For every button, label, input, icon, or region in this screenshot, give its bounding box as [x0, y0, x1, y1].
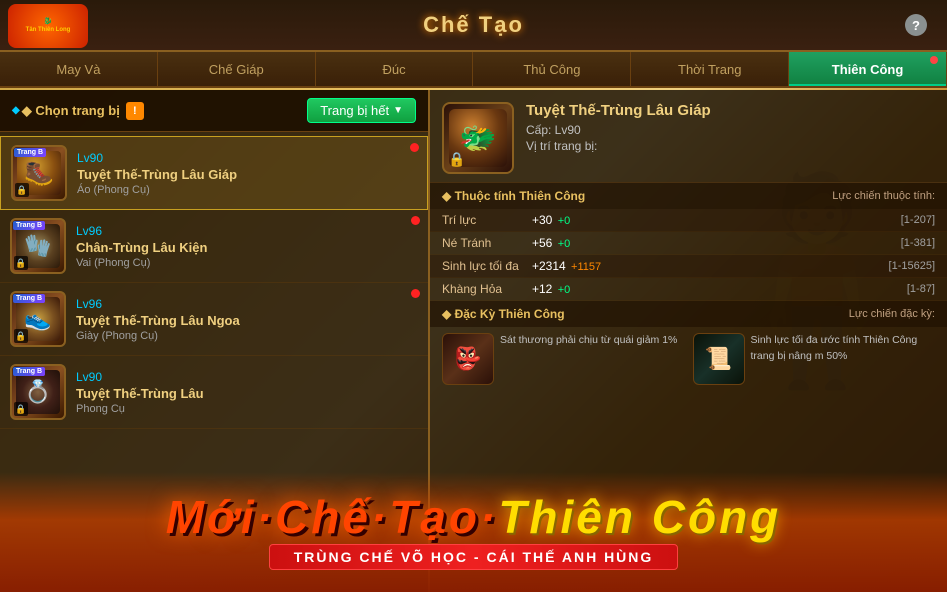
lock-icon-3: 🔒: [14, 329, 28, 343]
detail-info: Tuyệt Thế-Trùng Lâu Giáp Cấp: Lv90 Vị tr…: [526, 102, 935, 153]
detail-item-name: Tuyệt Thế-Trùng Lâu Giáp: [526, 102, 935, 119]
stats-container: Trí lực +30 +0 [1-207] Né Tránh +56 +0 […: [430, 209, 947, 301]
special-icon-1: 👺: [442, 333, 494, 385]
special-section-title: ◆ Đặc Kỳ Thiên Công Lực chiến đặc kỳ:: [430, 301, 947, 327]
item-level: Lv96: [76, 297, 418, 311]
stat-row-3: Sinh lực tối đa +2314 +1157 [1-15625]: [430, 255, 947, 278]
item-icon-4: 💍 Trang B 🔒: [10, 364, 66, 420]
bottom-banner: Mới·Chế·Tạo·Thiên Công TRÙNG CHẾ VÕ HỌC …: [0, 472, 947, 592]
item-info-2: Lv96 Chân-Trùng Lâu Kiện Vai (Phong Cụ): [66, 224, 418, 269]
stats-section-title: ◆ Thuộc tính Thiên Công Lực chiến thuộc …: [430, 183, 947, 209]
lock-icon-4: 🔒: [14, 402, 28, 416]
special-card-2: 📜 Sinh lực tối đa ước tính Thiên Công tr…: [693, 333, 936, 385]
red-dot-1: [410, 143, 419, 152]
page-title: Chế Tạo: [423, 12, 524, 38]
section-label: ◆ ◆ Chọn trang bị !: [12, 102, 144, 120]
item-type: Vai (Phong Cụ): [76, 257, 418, 269]
tab-bar: May Và Chế Giáp Đúc Thủ Công Thời Trang …: [0, 52, 947, 88]
logo-area: 🐉Tân Thiên Long: [0, 0, 120, 52]
trang-bi-het-button[interactable]: Trang bị hết ▼: [307, 98, 416, 123]
tab-thoi-trang[interactable]: Thời Trang: [631, 52, 789, 86]
item-icon-3: 👟 Trang B 🔒: [10, 291, 66, 347]
item-icon-1: Trang B 🔒: [11, 145, 67, 201]
tab-che-giap[interactable]: Chế Giáp: [158, 52, 316, 86]
special-icon-2: 📜: [693, 333, 745, 385]
detail-lock-icon: 🔒: [448, 151, 465, 168]
detail-header: 🐲 🔒 Tuyệt Thế-Trùng Lâu Giáp Cấp: Lv90 V…: [430, 90, 947, 183]
stat-row-1: Trí lực +30 +0 [1-207]: [430, 209, 947, 232]
detail-icon: 🐲 🔒: [442, 102, 514, 174]
tab-thu-cong[interactable]: Thủ Công: [473, 52, 631, 86]
detail-item-level: Cấp: Lv90: [526, 123, 935, 137]
lock-icon-2: 🔒: [14, 256, 28, 270]
red-dot-3: [411, 289, 420, 298]
stat-row-2: Né Tránh +56 +0 [1-381]: [430, 232, 947, 255]
special-text-1: Sát thương phải chịu từ quái giảm 1%: [500, 333, 685, 349]
item-info-4: Lv90 Tuyệt Thế-Trùng Lâu Phong Cụ: [66, 370, 418, 415]
tab-badge: [930, 56, 938, 64]
item-type: Phong Cụ: [76, 403, 418, 415]
stat-row-4: Khàng Hỏa +12 +0 [1-87]: [430, 278, 947, 301]
item-level: Lv90: [76, 370, 418, 384]
item-type: Giày (Phong Cụ): [76, 330, 418, 342]
item-level: Lv96: [76, 224, 418, 238]
warning-icon[interactable]: !: [126, 102, 144, 120]
item-icon-2: 🧤 Trang B 🔒: [10, 218, 66, 274]
banner-sub-text: TRÙNG CHẾ VÕ HỌC - CÁI THẾ ANH HÙNG: [269, 544, 679, 570]
list-item[interactable]: Trang B 🔒 Lv90 Tuyệt Thế-Trùng Lâu Giáp …: [0, 136, 428, 210]
special-abilities: 👺 Sát thương phải chịu từ quái giảm 1% 📜…: [430, 327, 947, 391]
item-name: Tuyệt Thế-Trùng Lâu Ngoa: [76, 313, 418, 328]
tab-thien-cong[interactable]: Thiên Công: [789, 52, 947, 86]
tab-may-va[interactable]: May Và: [0, 52, 158, 86]
item-level: Lv90: [77, 151, 417, 165]
dac-ky-sub-label: Lực chiến đặc kỳ:: [849, 308, 935, 320]
list-item[interactable]: 💍 Trang B 🔒 Lv90 Tuyệt Thế-Trùng Lâu Pho…: [0, 356, 428, 429]
header-bar: 🐉Tân Thiên Long Chế Tạo ?: [0, 0, 947, 52]
tab-duc[interactable]: Đúc: [316, 52, 474, 86]
item-type: Áo (Phong Cụ): [77, 184, 417, 196]
banner-main-text: Mới·Chế·Tạo·Thiên Công: [166, 494, 782, 540]
item-info-3: Lv96 Tuyệt Thế-Trùng Lâu Ngoa Giày (Phon…: [66, 297, 418, 342]
item-name: Tuyệt Thế-Trùng Lâu Giáp: [77, 167, 417, 182]
special-card-1: 👺 Sát thương phải chịu từ quái giảm 1%: [442, 333, 685, 385]
red-dot-2: [411, 216, 420, 225]
list-item[interactable]: 👟 Trang B 🔒 Lv96 Tuyệt Thế-Trùng Lâu Ngo…: [0, 283, 428, 356]
detail-item-position: Vị trí trang bị:: [526, 139, 935, 153]
luc-chien-label: Lực chiến thuộc tính:: [832, 190, 935, 202]
item-name: Chân-Trùng Lâu Kiện: [76, 240, 418, 255]
game-logo: 🐉Tân Thiên Long: [8, 4, 88, 48]
item-info-1: Lv90 Tuyệt Thế-Trùng Lâu Giáp Áo (Phong …: [67, 151, 417, 196]
special-text-2: Sinh lực tối đa ước tính Thiên Công tran…: [751, 333, 936, 365]
left-panel-header: ◆ ◆ Chọn trang bị ! Trang bị hết ▼: [0, 90, 428, 132]
list-item[interactable]: 🧤 Trang B 🔒 Lv96 Chân-Trùng Lâu Kiện Vai…: [0, 210, 428, 283]
item-name: Tuyệt Thế-Trùng Lâu: [76, 386, 418, 401]
lock-icon-1: 🔒: [15, 183, 29, 197]
help-icon[interactable]: ?: [905, 14, 927, 36]
